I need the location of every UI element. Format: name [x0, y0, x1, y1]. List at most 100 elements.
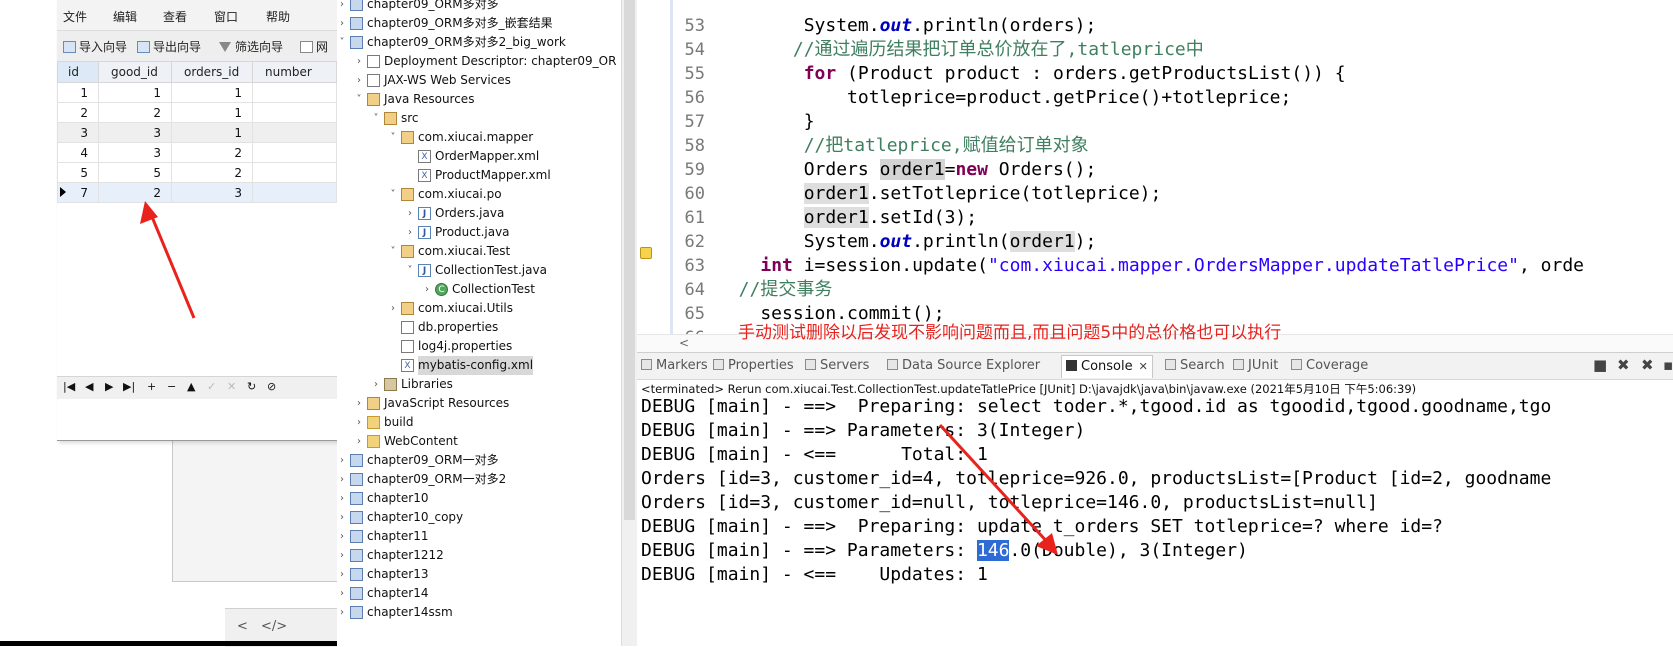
- menu-edit[interactable]: 编辑: [113, 8, 137, 25]
- console-line[interactable]: DEBUG [main] - ==> Parameters: 3(Integer…: [641, 419, 1085, 443]
- cell-orders-id[interactable]: 2: [171, 162, 253, 183]
- last-record-button[interactable]: ▶|: [123, 380, 135, 393]
- column-header-id[interactable]: id: [57, 61, 99, 83]
- cell-good-id[interactable]: 2: [98, 182, 172, 203]
- code-view-icon[interactable]: </>: [261, 619, 287, 634]
- code-line-62[interactable]: System.out.println(order1);: [717, 230, 1096, 254]
- expand-arrow-icon[interactable]: ›: [354, 432, 364, 451]
- first-record-button[interactable]: |◀: [63, 380, 75, 393]
- remove-launch-icon[interactable]: ✖: [1617, 356, 1630, 374]
- console-line[interactable]: DEBUG [main] - <== Updates: 1: [641, 563, 988, 587]
- remove-all-icon[interactable]: ✖: [1641, 356, 1654, 374]
- expand-arrow-icon[interactable]: ›: [337, 0, 347, 14]
- console-line[interactable]: DEBUG [main] - <== Total: 1: [641, 443, 988, 467]
- cell-number[interactable]: [252, 182, 337, 203]
- expand-arrow-icon[interactable]: ›: [354, 394, 364, 413]
- expand-arrow-icon[interactable]: ›: [388, 299, 398, 318]
- refresh-button[interactable]: ↻: [247, 380, 256, 393]
- close-icon[interactable]: ✕: [1139, 360, 1148, 373]
- console-line[interactable]: Orders [id=3, customer_id=4, totleprice=…: [641, 467, 1551, 491]
- table-row-current[interactable]: 7 2 3: [57, 182, 337, 203]
- expand-arrow-icon[interactable]: ›: [337, 565, 347, 584]
- tab-data-source-explorer[interactable]: Data Source Explorer: [887, 358, 1040, 373]
- expand-arrow-icon[interactable]: ›: [422, 280, 432, 299]
- console-line[interactable]: DEBUG [main] - ==> Parameters: 146.0(Dou…: [641, 539, 1248, 563]
- code-line-54[interactable]: //通过遍历结果把订单总价放在了,tatleprice中: [717, 38, 1204, 62]
- collapse-arrow-icon[interactable]: ˅: [405, 261, 415, 280]
- code-line-58[interactable]: //把tatleprice,赋值给订单对象: [717, 134, 1089, 158]
- cell-number[interactable]: [252, 82, 337, 103]
- code-editor[interactable]: 53 54 55 56 57 58 59 60 61 62 63 64 65 6…: [637, 0, 1673, 352]
- filter-wizard-button[interactable]: 筛选向导: [219, 38, 283, 55]
- cell-id[interactable]: 5: [57, 162, 99, 183]
- collapse-arrow-icon[interactable]: ˅: [388, 242, 398, 261]
- add-record-button[interactable]: +: [147, 380, 156, 393]
- table-row[interactable]: 1 1 1: [57, 82, 337, 103]
- explorer-scrollbar-thumb[interactable]: [624, 0, 635, 520]
- column-header-good-id[interactable]: good_id: [98, 61, 172, 83]
- stop-button[interactable]: ⊘: [267, 380, 276, 393]
- code-line-64[interactable]: //提交事务: [717, 278, 833, 302]
- cell-orders-id[interactable]: 1: [171, 102, 253, 123]
- cell-id[interactable]: 1: [57, 82, 99, 103]
- console-line[interactable]: DEBUG [main] - ==> Preparing: select tod…: [641, 395, 1551, 419]
- cell-orders-id[interactable]: 2: [171, 142, 253, 163]
- cell-id[interactable]: 4: [57, 142, 99, 163]
- collapse-arrow-icon[interactable]: ˅: [337, 33, 347, 52]
- table-row[interactable]: 4 3 2: [57, 142, 337, 163]
- expand-arrow-icon[interactable]: ›: [337, 546, 347, 565]
- expand-arrow-icon[interactable]: ›: [337, 470, 347, 489]
- table-row[interactable]: 3 3 1: [57, 122, 337, 143]
- menu-file[interactable]: 文件: [63, 8, 87, 25]
- column-header-orders-id[interactable]: orders_id: [171, 61, 253, 83]
- cell-number[interactable]: [252, 102, 337, 123]
- tab-junit[interactable]: JUnit: [1233, 358, 1278, 373]
- collapse-arrow-icon[interactable]: ˅: [354, 90, 364, 109]
- console-line[interactable]: Orders [id=3, customer_id=null, totlepri…: [641, 491, 1378, 515]
- cell-number[interactable]: [252, 142, 337, 163]
- import-wizard-button[interactable]: 导入向导: [63, 38, 127, 55]
- menu-help[interactable]: 帮助: [266, 8, 290, 25]
- table-row[interactable]: 5 5 2: [57, 162, 337, 183]
- console-line[interactable]: DEBUG [main] - ==> Preparing: update t_o…: [641, 515, 1443, 539]
- expand-arrow-icon[interactable]: ›: [337, 603, 347, 622]
- scroll-left-icon[interactable]: <: [237, 619, 248, 634]
- more-actions-icon[interactable]: ▪: [1663, 356, 1673, 374]
- expand-arrow-icon[interactable]: ›: [354, 413, 364, 432]
- tab-console[interactable]: Console ✕: [1061, 355, 1153, 378]
- code-line-63[interactable]: int i=session.update("com.xiucai.mapper.…: [717, 254, 1584, 278]
- menu-window[interactable]: 窗口: [214, 8, 238, 25]
- grid-view-button[interactable]: 网: [300, 38, 328, 55]
- expand-arrow-icon[interactable]: ›: [337, 508, 347, 527]
- expand-arrow-icon[interactable]: ›: [337, 489, 347, 508]
- code-line-53[interactable]: System.out.println(orders);: [717, 14, 1097, 38]
- expand-arrow-icon[interactable]: ›: [405, 223, 415, 242]
- tab-markers[interactable]: Markers: [641, 358, 708, 373]
- scroll-left-icon[interactable]: <: [679, 336, 689, 350]
- expand-arrow-icon[interactable]: ›: [354, 71, 364, 90]
- cell-orders-id[interactable]: 3: [171, 182, 253, 203]
- menu-view[interactable]: 查看: [163, 8, 187, 25]
- collapse-arrow-icon[interactable]: ˅: [371, 109, 381, 128]
- cell-good-id[interactable]: 1: [98, 82, 172, 103]
- expand-arrow-icon[interactable]: ›: [337, 527, 347, 546]
- expand-arrow-icon[interactable]: ›: [337, 451, 347, 470]
- table-row[interactable]: 2 2 1: [57, 102, 337, 123]
- code-line-56[interactable]: totleprice=product.getPrice()+totleprice…: [717, 86, 1291, 110]
- collapse-arrow-icon[interactable]: ˅: [388, 185, 398, 204]
- cell-id[interactable]: 3: [57, 122, 99, 143]
- apply-changes-button[interactable]: ✓: [207, 380, 216, 393]
- code-line-55[interactable]: for (Product product : orders.getProduct…: [717, 62, 1346, 86]
- expand-arrow-icon[interactable]: ›: [337, 14, 347, 33]
- delete-record-button[interactable]: −: [167, 380, 176, 393]
- cell-id[interactable]: 2: [57, 102, 99, 123]
- code-line-61[interactable]: order1.setId(3);: [717, 206, 977, 230]
- code-line-60[interactable]: order1.setTotleprice(totleprice);: [717, 182, 1161, 206]
- column-header-number[interactable]: number: [252, 61, 337, 83]
- move-up-button[interactable]: ▲: [187, 380, 195, 393]
- terminate-icon[interactable]: ■: [1593, 356, 1607, 374]
- cell-number[interactable]: [252, 162, 337, 183]
- tab-properties[interactable]: Properties: [713, 358, 794, 373]
- cell-good-id[interactable]: 3: [98, 122, 172, 143]
- expand-arrow-icon[interactable]: ›: [405, 204, 415, 223]
